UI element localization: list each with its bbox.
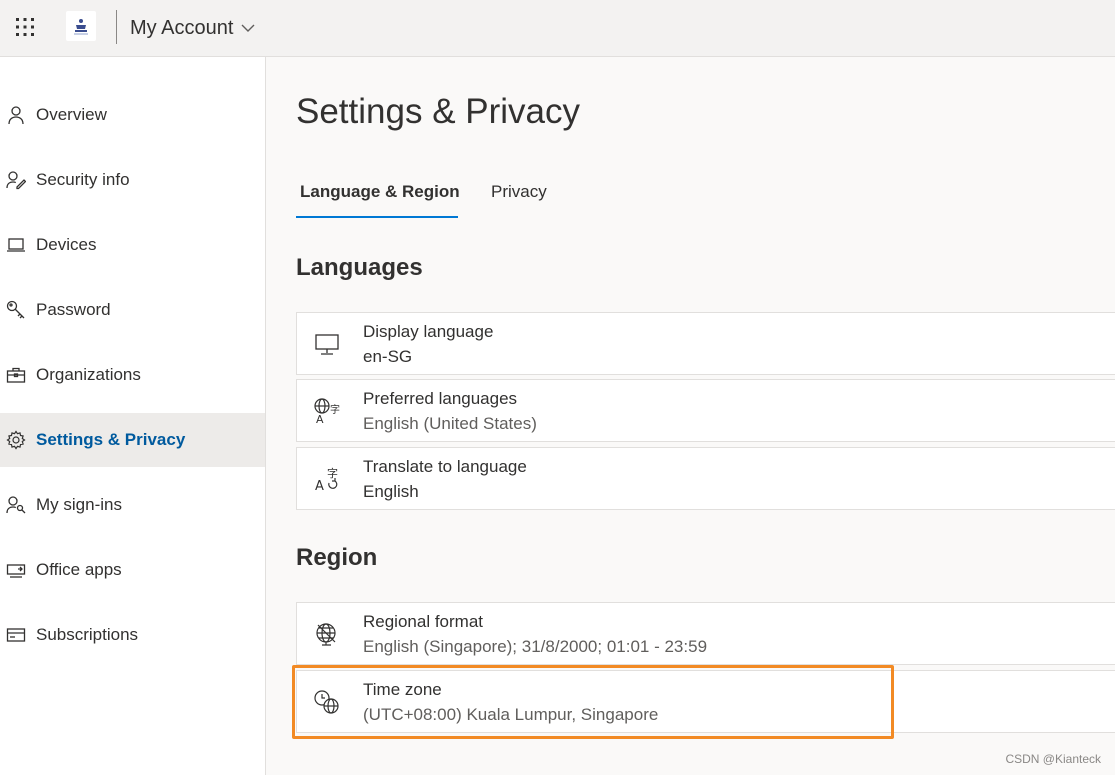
sign-ins-icon — [5, 494, 27, 516]
sidebar-item-my-sign-ins[interactable]: My sign-ins — [0, 478, 265, 532]
display-language-card[interactable]: Display language en-SG — [296, 312, 1115, 375]
sidebar-item-label: Office apps — [36, 560, 122, 579]
language-globe-icon: 字 A — [313, 397, 341, 425]
gear-icon — [5, 429, 27, 451]
person-icon — [5, 104, 27, 126]
card-title: Preferred languages — [363, 389, 518, 408]
key-icon — [5, 299, 27, 321]
card-value: English — [363, 482, 419, 501]
page-title: Settings & Privacy — [296, 92, 580, 131]
sidebar-item-label: Settings & Privacy — [36, 430, 186, 449]
svg-text:A: A — [316, 413, 324, 425]
laptop-icon — [5, 234, 27, 256]
sidebar-item-label: Security info — [36, 170, 130, 189]
organization-logo[interactable] — [66, 11, 96, 41]
watermark: CSDN @Kianteck — [1005, 752, 1101, 766]
region-heading: Region — [296, 544, 378, 571]
card-value: English (United States) — [363, 414, 537, 433]
time-zone-icon — [313, 688, 341, 716]
card-value: (UTC+08:00) Kuala Lumpur, Singapore — [363, 705, 659, 724]
office-apps-icon — [5, 559, 27, 581]
tab-privacy[interactable]: Privacy — [491, 182, 547, 202]
globe-format-icon — [313, 620, 341, 648]
sidebar-item-office-apps[interactable]: Office apps — [0, 543, 265, 597]
monitor-icon — [313, 330, 341, 358]
top-bar: My Account — [0, 0, 1115, 57]
security-info-icon — [5, 169, 27, 191]
svg-text:字: 字 — [330, 403, 340, 416]
card-title: Time zone — [363, 680, 442, 699]
sidebar-item-label: Password — [36, 300, 111, 319]
sidebar-item-password[interactable]: Password — [0, 283, 265, 337]
card-title: Translate to language — [363, 457, 527, 476]
sidebar-item-label: Devices — [36, 235, 97, 254]
sidebar-item-subscriptions[interactable]: Subscriptions — [0, 608, 265, 662]
regional-format-card[interactable]: Regional format English (Singapore); 31/… — [296, 602, 1115, 665]
chevron-down-icon — [241, 20, 255, 38]
app-title: My Account — [130, 16, 234, 39]
svg-text:字: 字 — [327, 466, 338, 480]
card-value: English (Singapore); 31/8/2000; 01:01 - … — [363, 637, 708, 656]
translate-icon: 字 A — [313, 465, 341, 493]
sidebar-item-settings-privacy[interactable]: Settings & Privacy — [0, 413, 265, 467]
sidebar-item-label: Overview — [36, 105, 107, 124]
card-value: en-SG — [363, 347, 413, 366]
sidebar-item-security-info[interactable]: Security info — [0, 153, 265, 207]
sidebar-item-label: Organizations — [36, 365, 141, 384]
languages-heading: Languages — [296, 254, 423, 281]
time-zone-card[interactable]: Time zone (UTC+08:00) Kuala Lumpur, Sing… — [296, 670, 1115, 733]
tab-language-region[interactable]: Language & Region — [300, 182, 460, 202]
preferred-languages-card[interactable]: 字 A Preferred languages English (United … — [296, 379, 1115, 442]
my-account-menu[interactable]: My Account — [130, 15, 255, 41]
card-title: Display language — [363, 322, 494, 341]
briefcase-icon — [5, 364, 27, 386]
sidebar-item-devices[interactable]: Devices — [0, 218, 265, 272]
sidebar-item-organizations[interactable]: Organizations — [0, 348, 265, 402]
translate-language-card[interactable]: 字 A Translate to language English — [296, 447, 1115, 510]
subscriptions-icon — [5, 624, 27, 646]
svg-text:A: A — [315, 479, 324, 493]
app-launcher-icon[interactable] — [14, 16, 36, 38]
sidebar-item-label: Subscriptions — [36, 625, 139, 644]
selected-tab-indicator — [296, 216, 458, 218]
sidebar: Overview Security info Devices Password … — [0, 57, 266, 775]
card-title: Regional format — [363, 612, 484, 631]
header-divider — [116, 10, 117, 44]
sidebar-item-label: My sign-ins — [36, 495, 122, 514]
sidebar-item-overview[interactable]: Overview — [0, 88, 265, 142]
